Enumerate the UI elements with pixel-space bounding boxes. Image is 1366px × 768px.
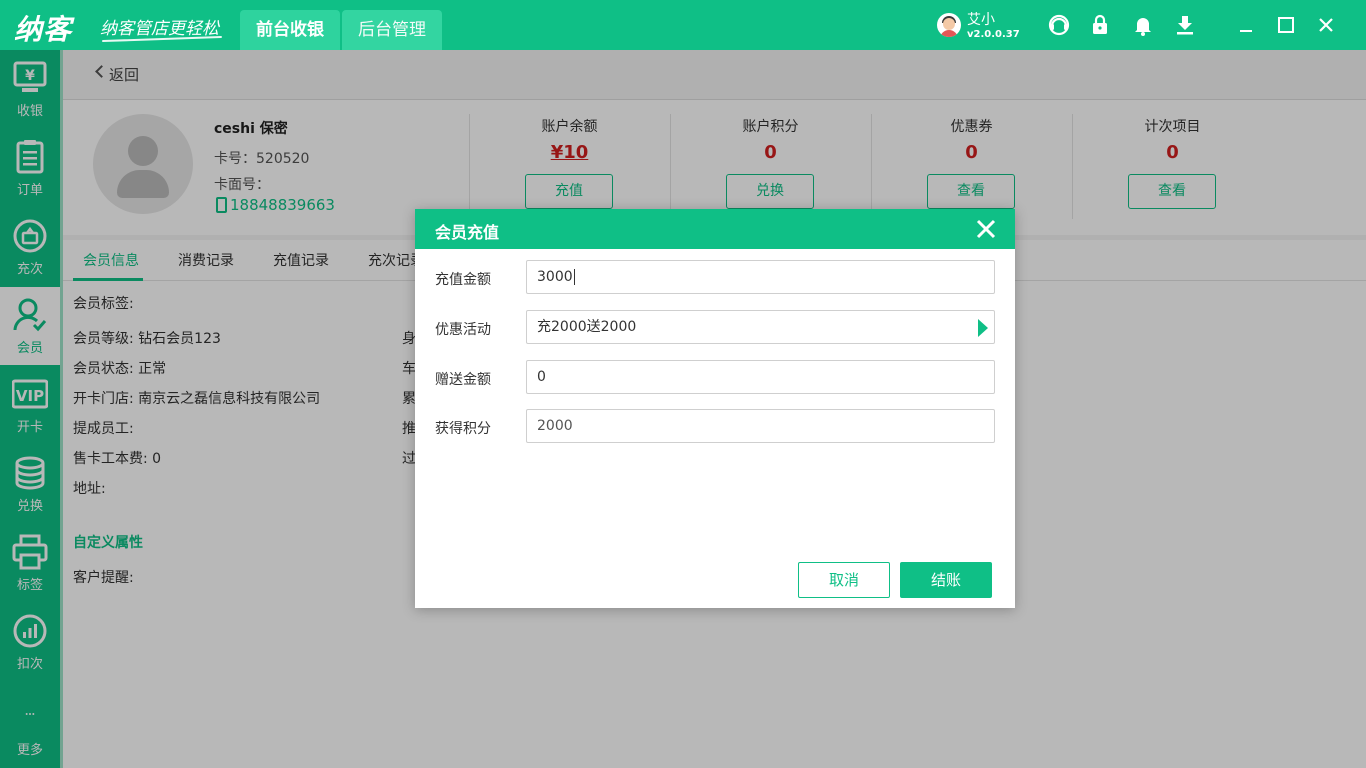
maximize-icon[interactable]	[1274, 13, 1298, 37]
app-version: v2.0.0.37	[967, 29, 1020, 40]
tab-front-cashier[interactable]: 前台收银	[240, 10, 340, 50]
top-bar: 纳客 纳客管店更轻松 前台收银 后台管理 艾小 v2.0.0.37	[0, 0, 1366, 50]
recharge-amount-input[interactable]: 3000	[526, 260, 995, 294]
app-logo: 纳客	[14, 13, 73, 46]
earned-points-label: 获得积分	[435, 421, 491, 437]
lock-icon[interactable]	[1088, 13, 1112, 37]
user-name[interactable]: 艾小	[967, 9, 995, 29]
checkout-button[interactable]: 结账	[900, 562, 992, 598]
dialog-title: 会员充值	[435, 223, 500, 242]
cancel-button[interactable]: 取消	[798, 562, 890, 598]
bonus-amount-label: 赠送金额	[435, 372, 491, 388]
app-slogan: 纳客管店更轻松	[100, 19, 219, 39]
bonus-amount-input[interactable]: 0	[526, 360, 995, 394]
tab-back-office[interactable]: 后台管理	[342, 10, 442, 50]
recharge-amount-label: 充值金额	[435, 272, 491, 288]
text-cursor	[573, 269, 575, 285]
caret-right-icon[interactable]	[978, 319, 988, 337]
download-icon[interactable]	[1173, 13, 1197, 37]
dialog-header: 会员充值	[415, 209, 1015, 249]
support-icon[interactable]	[1047, 13, 1071, 37]
user-avatar[interactable]	[937, 13, 961, 37]
member-recharge-dialog: 会员充值 充值金额 3000 优惠活动 充2000送2000 赠送金额 0 获得…	[415, 209, 1015, 608]
close-window-icon[interactable]	[1314, 13, 1338, 37]
earned-points-input[interactable]: 2000	[526, 409, 995, 443]
close-icon[interactable]	[975, 218, 997, 240]
minimize-icon[interactable]	[1234, 13, 1258, 37]
promotion-label: 优惠活动	[435, 322, 491, 338]
promotion-select[interactable]: 充2000送2000	[526, 310, 995, 344]
notification-bell-icon[interactable]	[1131, 13, 1155, 37]
